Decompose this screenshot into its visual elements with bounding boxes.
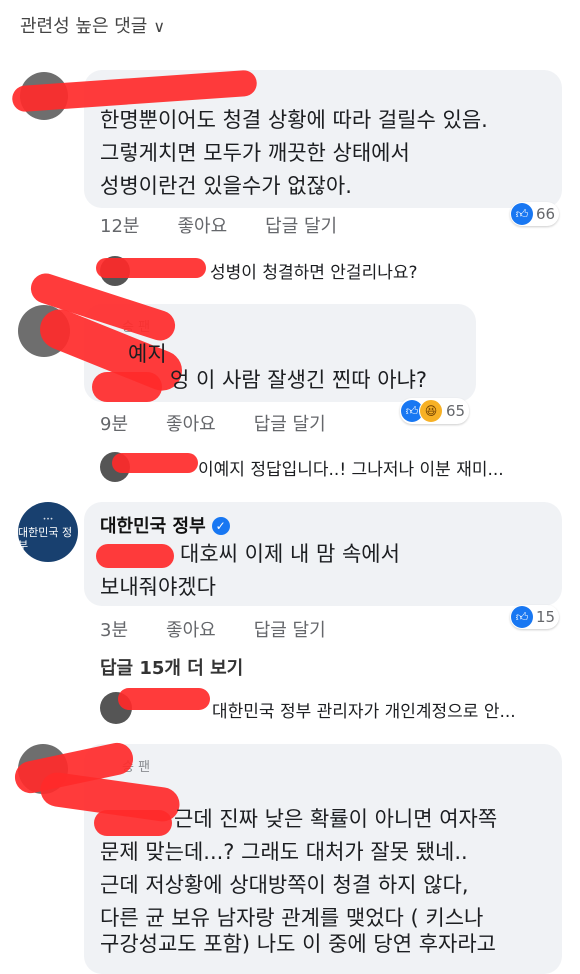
comment-text-line: 성병이란건 있을수가 없잖아. [100, 174, 352, 198]
reply-preview[interactable]: 성병이 청결하면 안걸리나요? [210, 258, 418, 283]
comment-text-line: 근데 저상황에 상대방쪽이 청결 하지 않다, [100, 873, 469, 897]
like-icon: 👍︎ [511, 606, 533, 628]
reaction-count[interactable]: 👍︎ 15 [510, 605, 560, 629]
comment-meta: 12분 좋아요 답글 달기 [100, 212, 375, 238]
government-logo[interactable]: ••• 대한민국 정부 [18, 502, 78, 562]
timestamp: 12분 [100, 216, 140, 237]
comment-text-line: 그렇게치면 모두가 깨끗한 상태에서 [100, 141, 410, 165]
comment-meta: 3분 좋아요 답글 달기 [100, 616, 364, 642]
reply-preview[interactable]: 이예지 정답입니다..! 그나저나 이분 재미... [198, 455, 504, 480]
timestamp: 3분 [100, 620, 129, 641]
comment-text-line: 대호씨 이제 내 맘 속에서 [180, 542, 400, 566]
comment-text-line: 구강성교도 포함) 나도 이 중에 당연 후자라고 [100, 932, 497, 956]
commenter-name[interactable]: 대한민국 정부 ✓ [100, 512, 230, 538]
sort-label: 관련성 높은 댓글 [20, 16, 148, 37]
logo-text: 대한민국 정부 [18, 525, 73, 552]
timestamp: 9분 [100, 414, 129, 435]
reply-button[interactable]: 답글 달기 [254, 414, 326, 435]
reply-button[interactable]: 답글 달기 [265, 216, 337, 237]
sort-dropdown[interactable]: 관련성 높은 댓글 ∨ [20, 12, 165, 38]
comment-text-line: 예지 [128, 342, 167, 366]
redaction-mark [96, 258, 206, 278]
reply-preview[interactable]: 대한민국 정부 관리자가 개인계정으로 안... [212, 697, 516, 722]
haha-icon: 😆︎ [419, 399, 443, 423]
redaction-mark [118, 688, 210, 710]
verified-badge-icon: ✓ [211, 517, 230, 535]
redaction-mark [112, 453, 198, 473]
chevron-down-icon: ∨ [153, 17, 166, 36]
reaction-count[interactable]: 👍︎ 😆︎ 65 [400, 398, 470, 424]
logo-small-text: ••• [42, 515, 54, 523]
like-icon: 👍︎ [511, 203, 533, 225]
comment-meta: 9분 좋아요 답글 달기 [100, 410, 364, 436]
comment-text-line: 보내줘야겠다 [100, 575, 216, 599]
comment-text-line: 근데 진짜 낮은 확률이 아니면 여자쪽 [174, 807, 498, 831]
redaction-mark [92, 372, 162, 402]
like-button[interactable]: 좋아요 [166, 620, 216, 641]
comment-text-line: 문제 맞는데...? 그래도 대처가 잘못 됐네.. [100, 840, 468, 864]
view-more-replies[interactable]: 답글 15개 더 보기 [100, 654, 243, 680]
reply-button[interactable]: 답글 달기 [254, 620, 326, 641]
reaction-count[interactable]: 👍︎ 66 [510, 202, 560, 226]
like-button[interactable]: 좋아요 [177, 216, 227, 237]
like-button[interactable]: 좋아요 [166, 414, 216, 435]
redaction-mark [96, 544, 174, 568]
redaction-mark [94, 810, 172, 836]
comment-text-line: 한명뿐이어도 청결 상황에 따라 걸릴수 있음. [100, 108, 488, 132]
comment-text-line: 엉 이 사람 잘생긴 찐따 아냐? [170, 368, 428, 392]
